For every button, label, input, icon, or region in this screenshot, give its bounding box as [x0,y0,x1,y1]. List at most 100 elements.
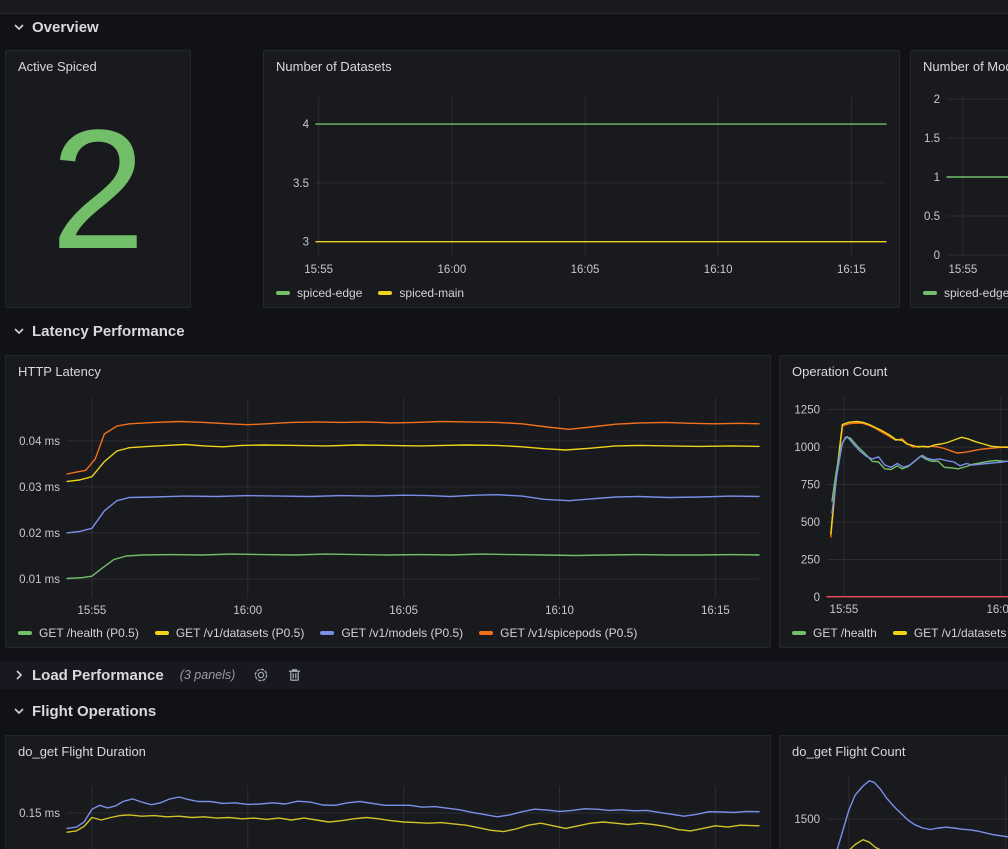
chevron-down-icon [13,705,25,717]
series-line [837,781,1008,849]
series-line [67,815,759,832]
panel-number-of-models: Number of Models 15:5500.511.52 spiced-e… [910,50,1008,308]
http-latency-chart[interactable]: 15:5516:0016:0516:1016:150.01 ms0.02 ms0… [6,356,771,648]
legend-label: spiced-edge [944,286,1008,300]
x-tick-label: 15:55 [78,605,107,617]
panel-active-spiced: Active Spiced 2 [5,50,191,308]
x-tick-label: 15:55 [304,264,333,276]
operation-count-chart[interactable]: 15:5516:00025050075010001250 [780,356,1008,648]
panel-flight-count: do_get Flight Count 1500 [779,735,1008,849]
x-tick-label: 15:55 [949,264,978,276]
chevron-down-icon [13,325,25,337]
panel-operation-count: Operation Count 15:5516:0002505007501000… [779,355,1008,648]
legend-label: GET /v1/datasets (P0.5) [176,626,305,640]
legend-item[interactable]: GET /health (P0.5) [18,626,139,640]
series-line [67,495,759,533]
legend-swatch [276,291,290,295]
x-tick-label: 16:00 [233,605,262,617]
panel-flight-duration: do_get Flight Duration 0.15 ms [5,735,771,849]
top-bar [0,0,1008,14]
panel-number-of-datasets: Number of Datasets 15:5516:0016:0516:101… [263,50,900,308]
legend-label: GET /health [813,626,877,640]
y-tick-label: 0.5 [924,211,940,223]
legend-label: GET /v1/models (P0.5) [341,626,463,640]
models-chart[interactable]: 15:55 0 0.5 1 1.5 2 [911,51,1008,308]
trash-icon[interactable] [287,667,302,683]
series-line [67,554,759,578]
y-tick-label: 3 [303,237,309,249]
y-tick-label: 250 [801,555,820,567]
section-header-flight[interactable]: Flight Operations [0,698,156,724]
series-line [67,445,759,482]
x-tick-label: 16:15 [837,264,866,276]
y-tick-label: 0.15 ms [19,808,60,820]
legend-label: GET /health (P0.5) [39,626,139,640]
legend-label: spiced-edge [297,286,362,300]
legend-item[interactable]: spiced-edge [923,286,1008,300]
y-tick-label: 1000 [794,442,820,454]
legend-item[interactable]: GET /v1/models (P0.5) [320,626,463,640]
legend-item[interactable]: GET /v1/datasets (P0.5) [155,626,305,640]
legend-item[interactable]: GET /health [792,626,877,640]
section-title: Latency Performance [32,323,185,340]
legend-label: spiced-main [399,286,464,300]
chart-legend: GET /healthGET /v1/datasetsGET /v1/model… [792,626,1008,640]
chart-legend: GET /health (P0.5) GET /v1/datasets (P0.5… [18,626,770,640]
x-tick-label: 16:10 [545,605,574,617]
y-tick-label: 0.01 ms [19,574,60,586]
y-tick-label: 0.02 ms [19,528,60,540]
flight-duration-chart[interactable]: 0.15 ms [6,736,771,849]
y-tick-label: 0 [934,250,940,262]
legend-swatch [479,631,493,635]
y-tick-label: 4 [303,119,310,131]
series-line [67,422,759,475]
legend-item[interactable]: GET /v1/datasets [893,626,1007,640]
section-header-load[interactable]: Load Performance (3 panels) [0,661,1008,689]
panel-count-note: (3 panels) [180,668,236,682]
dashboard-screen: Overview Active Spiced 2 Number of Datas… [0,0,1008,849]
series-line [831,422,1008,535]
gear-icon[interactable] [253,667,269,683]
panel-title[interactable]: Active Spiced [6,51,190,81]
y-tick-label: 0.04 ms [19,436,60,448]
section-title: Load Performance [32,667,164,684]
y-tick-label: 2 [934,94,940,106]
y-tick-label: 0 [814,592,820,604]
legend-swatch [155,631,169,635]
y-tick-label: 500 [801,517,820,529]
y-tick-label: 3.5 [293,178,309,190]
legend-swatch [923,291,937,295]
panel-http-latency: HTTP Latency 15:5516:0016:0516:1016:150.… [5,355,771,648]
y-tick-label: 1500 [794,814,820,826]
section-header-overview[interactable]: Overview [0,14,99,40]
legend-swatch [893,631,907,635]
y-tick-label: 0.03 ms [19,482,60,494]
legend-swatch [792,631,806,635]
legend-item[interactable]: spiced-edge [276,286,362,300]
x-tick-label: 15:55 [830,604,859,616]
flight-count-chart[interactable]: 1500 [780,736,1008,849]
x-tick-label: 16:05 [389,605,418,617]
legend-item[interactable]: spiced-main [378,286,464,300]
y-tick-label: 750 [801,480,820,492]
legend-swatch [378,291,392,295]
series-line [831,423,1008,537]
legend-swatch [320,631,334,635]
x-tick-label: 16:00 [437,264,466,276]
y-tick-label: 1 [934,172,940,184]
datasets-chart[interactable]: 15:55 16:00 16:05 16:10 16:15 3 3.5 4 [264,51,900,308]
x-tick-label: 16:05 [571,264,600,276]
x-tick-label: 16:00 [986,604,1008,616]
y-tick-label: 1.5 [924,133,940,145]
series-line [849,840,882,849]
chart-legend: spiced-edge [923,286,1008,300]
x-tick-label: 16:10 [704,264,733,276]
stat-value: 2 [6,81,190,299]
chevron-right-icon [13,669,25,681]
legend-swatch [18,631,32,635]
chart-legend: spiced-edge spiced-main [276,286,899,300]
legend-label: GET /v1/spicepods (P0.5) [500,626,637,640]
section-title: Flight Operations [32,703,156,720]
section-header-latency[interactable]: Latency Performance [0,318,185,344]
legend-item[interactable]: GET /v1/spicepods (P0.5) [479,626,637,640]
